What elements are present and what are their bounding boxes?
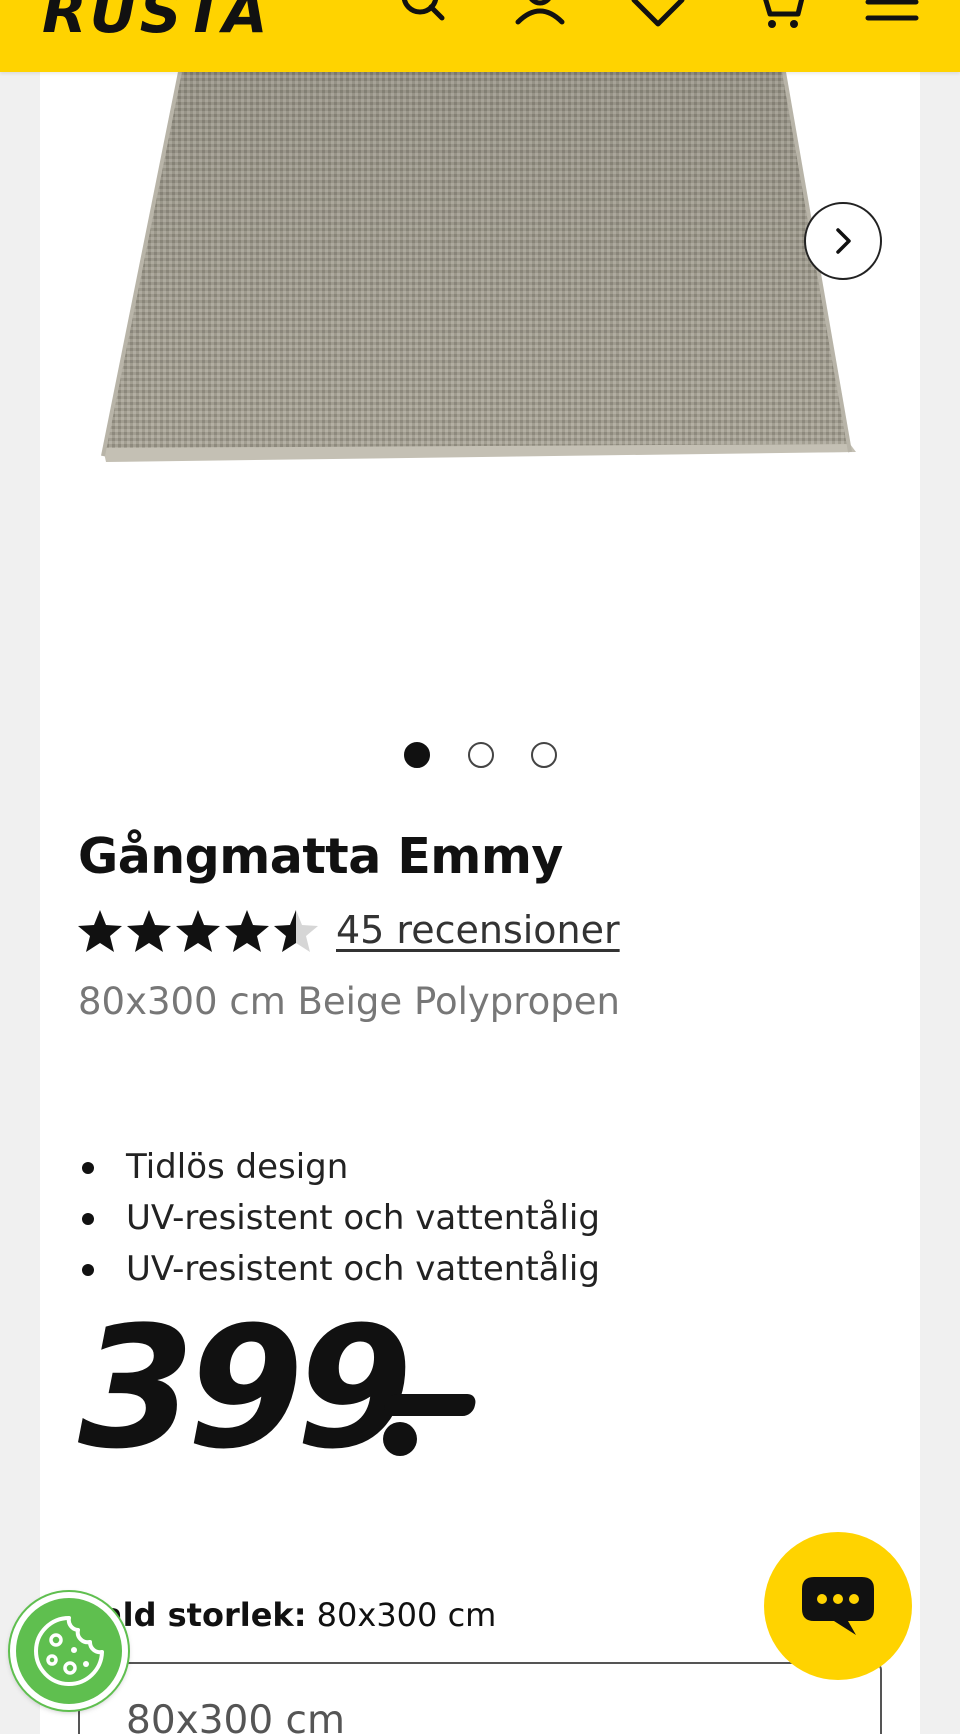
price-dash: [382, 1394, 478, 1416]
product-card: Gångmatta Emmy 45 recensioner 80x300 cm …: [40, 72, 920, 1734]
size-select[interactable]: 80x300 cm: [78, 1662, 882, 1734]
feature-item: Tidlös design: [78, 1142, 600, 1193]
product-price: 399: [78, 1290, 413, 1486]
star-icon: [127, 910, 171, 952]
product-subtitle: 80x300 cm Beige Polypropen: [78, 980, 620, 1023]
product-image: [101, 72, 856, 462]
site-header: RUSTA: [0, 0, 960, 72]
star-icon: [78, 910, 122, 952]
gallery-dot[interactable]: [468, 742, 494, 768]
gallery-dot[interactable]: [531, 742, 557, 768]
feature-list: Tidlös design UV-resistent och vattentål…: [78, 1142, 600, 1295]
next-image-button[interactable]: [804, 202, 882, 280]
menu-icon[interactable]: [864, 0, 920, 34]
chat-icon: [802, 1577, 874, 1635]
cart-icon[interactable]: [752, 0, 808, 34]
size-select-value: 80x300 cm: [126, 1698, 345, 1734]
star-icon: [176, 910, 220, 952]
reviews-link[interactable]: 45 recensioner: [336, 908, 620, 952]
chevron-right-icon: [836, 228, 851, 254]
gallery-dot[interactable]: [404, 742, 430, 768]
account-icon[interactable]: [512, 0, 568, 34]
price-dot: [383, 1422, 417, 1456]
rusta-logo[interactable]: RUSTA: [42, 0, 270, 46]
product-gallery[interactable]: [40, 72, 920, 792]
star-icon: [225, 910, 269, 952]
product-title: Gångmatta Emmy: [78, 828, 563, 885]
selected-size-label: Vald storlek: 80x300 cm: [78, 1596, 496, 1634]
gallery-pagination: [40, 742, 920, 772]
chat-button[interactable]: [764, 1532, 912, 1680]
size-label-value: 80x300 cm: [316, 1596, 497, 1634]
feature-item: UV-resistent och vattentålig: [78, 1193, 600, 1244]
cookie-settings-button[interactable]: [10, 1592, 128, 1710]
cookie-icon: [34, 1616, 104, 1686]
rating-stars: [78, 910, 318, 952]
feature-item: UV-resistent och vattentålig: [78, 1244, 600, 1295]
search-icon[interactable]: [394, 0, 450, 34]
heart-icon[interactable]: [630, 0, 686, 34]
